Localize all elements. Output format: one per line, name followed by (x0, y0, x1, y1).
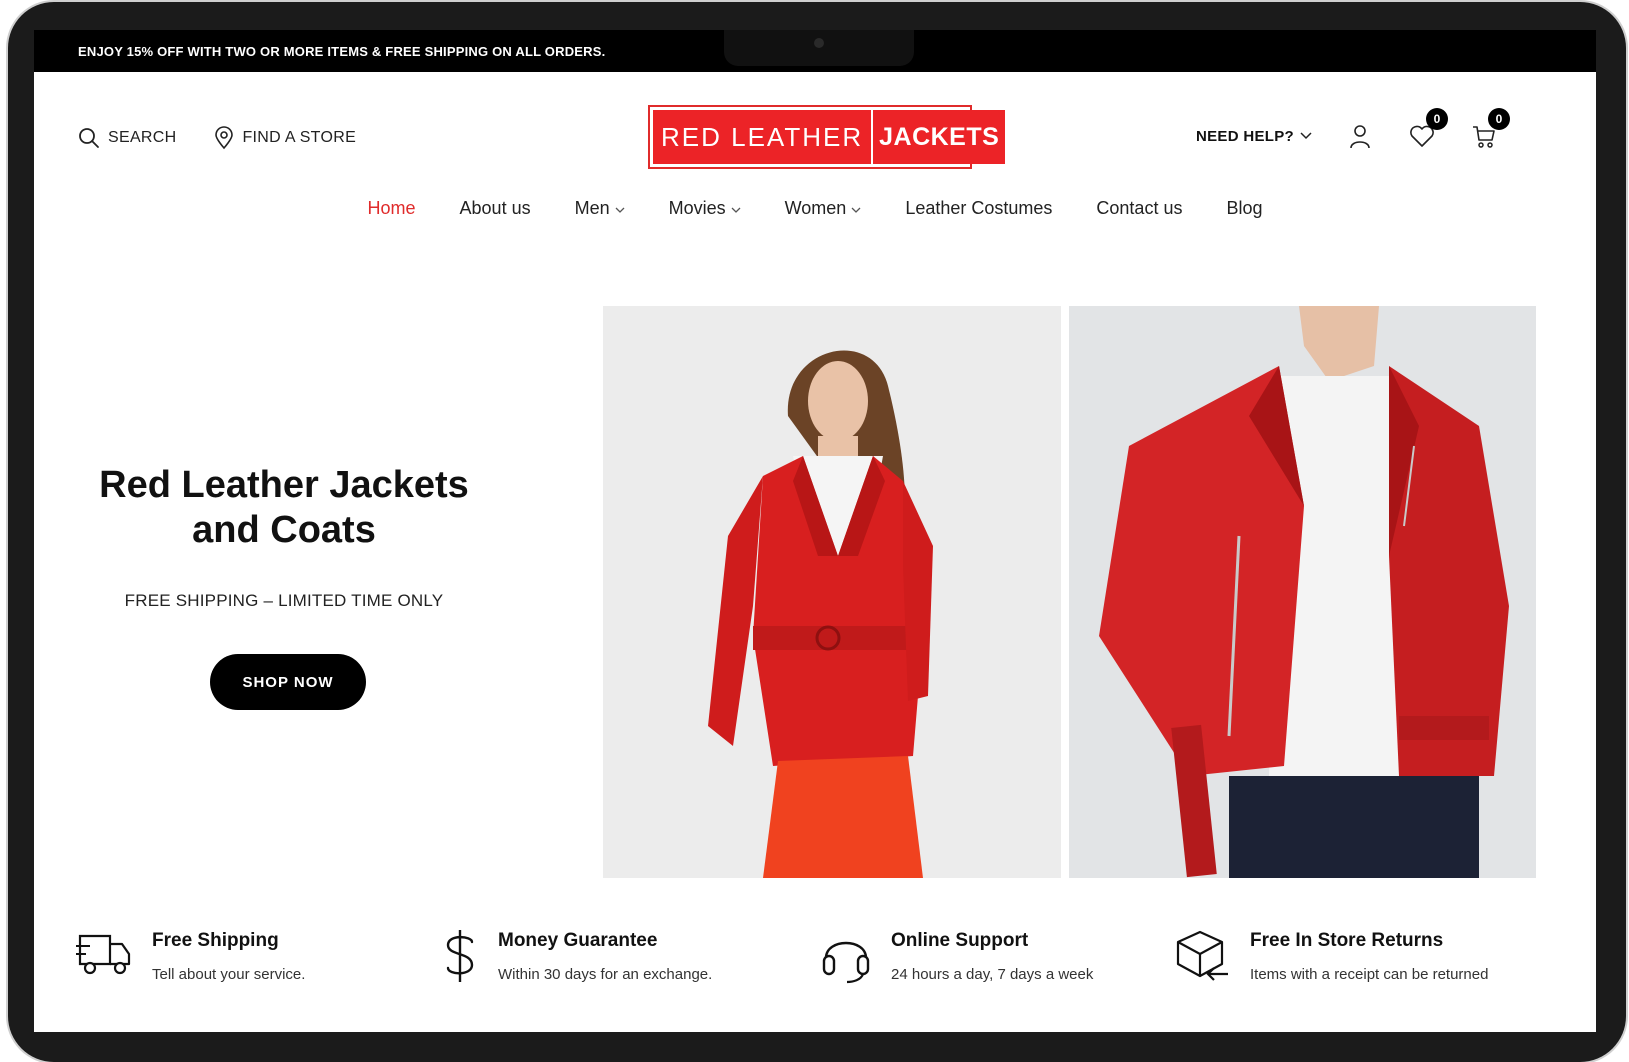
camera-notch (724, 30, 914, 66)
hero-image-woman[interactable] (603, 306, 1061, 878)
feature-text: Items with a receipt can be returned (1250, 966, 1489, 983)
nav-label: Men (574, 198, 610, 218)
feature-content: Money Guarantee Within 30 days for an ex… (498, 928, 712, 984)
feature-content: Free In Store Returns Items with a recei… (1250, 928, 1488, 984)
return-box-icon (1176, 930, 1228, 981)
logo-text-red-leather: RED LEATHER (653, 110, 872, 164)
feature-title: Money Guarantee (498, 930, 658, 951)
header-left: SEARCH FIND A STORE (78, 126, 356, 150)
feature-title: Online Support (891, 930, 1029, 951)
nav-label: Blog (1226, 198, 1263, 218)
hero-title-line-2: and Coats (192, 509, 376, 551)
find-store-label: FIND A STORE (242, 129, 357, 146)
header-right: NEED HELP? 0 0 (1196, 108, 1511, 150)
main-navigation: Home About us Men Movies Women Leather C… (34, 198, 1596, 219)
hero-title: Red Leather Jackets and Coats (74, 463, 494, 553)
search-icon (79, 128, 99, 148)
feature-content: Online Support 24 hours a day, 7 days a … (891, 928, 1093, 984)
feature-title: Free In Store Returns (1250, 930, 1444, 951)
logo-box: RED LEATHER JACKETS (653, 110, 1006, 164)
nav-item-contact-us[interactable]: Contact us (1096, 198, 1182, 219)
location-pin-icon (215, 126, 234, 150)
account-button[interactable] (1346, 122, 1374, 150)
feature-store-returns: Free In Store Returns Items with a recei… (1174, 928, 1488, 984)
chevron-down-icon (615, 207, 625, 213)
feature-text: Within 30 days for an exchange. (498, 966, 713, 983)
nav-item-about-us[interactable]: About us (460, 198, 531, 219)
dollar-icon (446, 930, 474, 982)
nav-label: Movies (668, 198, 726, 218)
nav-label: Leather Costumes (905, 198, 1053, 218)
feature-title: Free Shipping (152, 930, 279, 951)
browser-viewport: ENJOY 15% OFF WITH TWO OR MORE ITEMS & F… (34, 30, 1596, 1032)
man-red-jacket-photo (1069, 306, 1536, 878)
woman-red-jacket-photo (603, 306, 1061, 878)
announcement-text: ENJOY 15% OFF WITH TWO OR MORE ITEMS & F… (78, 43, 606, 59)
hero-subtitle: FREE SHIPPING – LIMITED TIME ONLY (124, 591, 444, 610)
feature-free-shipping: Free Shipping Tell about your service. (76, 928, 305, 983)
nav-label: Women (784, 198, 847, 218)
nav-label: Home (367, 198, 416, 218)
nav-label: Contact us (1096, 198, 1183, 218)
feature-money-guarantee: Money Guarantee Within 30 days for an ex… (442, 928, 712, 984)
chevron-down-icon (1300, 132, 1312, 140)
wishlist-count-badge: 0 (1426, 108, 1449, 130)
need-help-dropdown[interactable]: NEED HELP? (1196, 128, 1312, 145)
hero-image-man[interactable] (1069, 306, 1536, 878)
feature-content: Free Shipping Tell about your service. (152, 928, 305, 983)
find-store-link[interactable]: FIND A STORE (214, 126, 356, 150)
features-strip: Free Shipping Tell about your service. M… (76, 928, 1556, 1008)
nav-item-men[interactable]: Men (575, 198, 625, 219)
feature-text: Tell about your service. (152, 966, 306, 983)
wishlist-button[interactable]: 0 (1408, 108, 1449, 150)
truck-icon (76, 934, 131, 975)
nav-item-leather-costumes[interactable]: Leather Costumes (905, 198, 1052, 219)
search-label: SEARCH (108, 129, 177, 146)
nav-item-home[interactable]: Home (368, 198, 416, 219)
camera-dot (814, 38, 824, 48)
nav-item-women[interactable]: Women (785, 198, 862, 219)
feature-online-support: Online Support 24 hours a day, 7 days a … (821, 928, 1093, 984)
cart-button[interactable]: 0 (1470, 108, 1511, 150)
search-link[interactable]: SEARCH (78, 127, 176, 149)
cart-count-badge: 0 (1488, 108, 1511, 130)
chevron-down-icon (731, 207, 741, 213)
user-icon (1350, 125, 1370, 149)
nav-label: About us (459, 198, 531, 218)
chevron-down-icon (851, 207, 861, 213)
headset-icon (822, 941, 870, 984)
shop-now-button[interactable]: SHOP NOW (210, 654, 366, 710)
need-help-label: NEED HELP? (1196, 127, 1295, 145)
nav-item-blog[interactable]: Blog (1226, 198, 1262, 219)
nav-item-movies[interactable]: Movies (669, 198, 741, 219)
logo-text-jackets: JACKETS (871, 110, 1006, 164)
feature-text: 24 hours a day, 7 days a week (891, 966, 1094, 983)
hero-title-line-1: Red Leather Jackets (99, 464, 469, 506)
site-logo[interactable]: RED LEATHER JACKETS (648, 105, 1006, 169)
